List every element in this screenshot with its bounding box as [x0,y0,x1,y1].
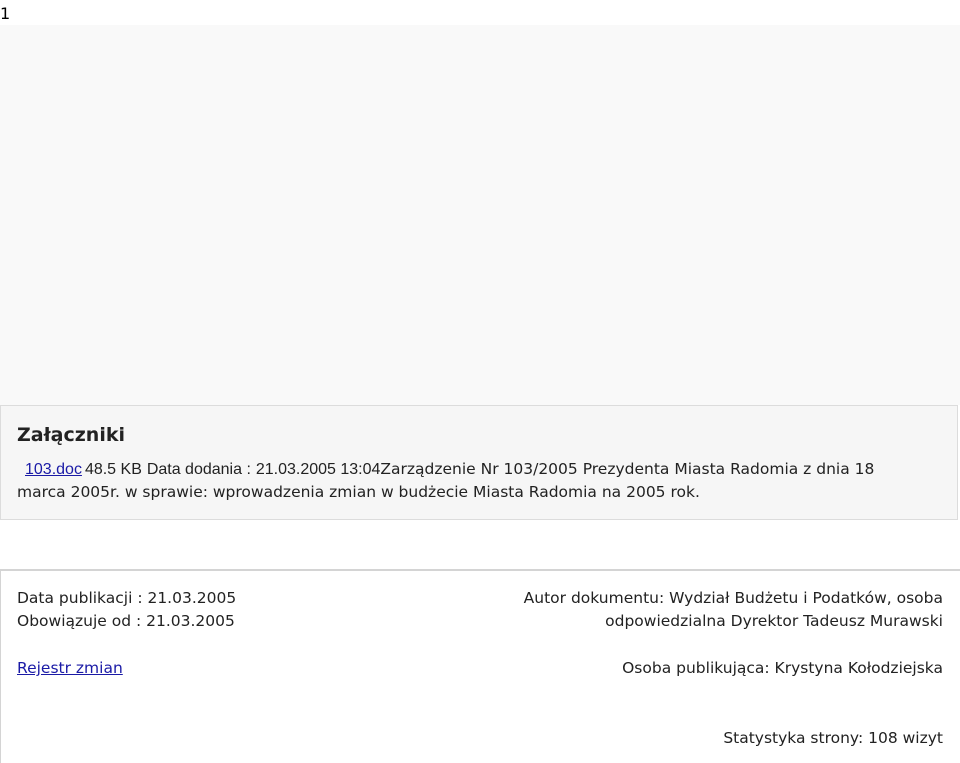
empty-content-area [0,25,960,405]
document-info-panel: Data publikacji : 21.03.2005 Obowiązuje … [0,569,960,763]
attachment-added-label: Data dodania : [146,461,251,478]
attachments-panel: Załączniki 103.doc 48.5 KB Data dodania :… [0,405,958,520]
author-info: Autor dokumentu: Wydział Budżetu i Podat… [383,587,943,680]
author-info-spacer [383,633,943,657]
attachment-file-size: 48.5 KB [84,461,142,478]
attachment-entry: 103.doc 48.5 KB Data dodania : 21.03.2005… [17,458,937,504]
author-line-2: odpowiedzialna Dyrektor Tadeusz Murawski [605,612,943,630]
attachment-description-line-2: marca 2005r. w sprawie: wprowadzenia zmi… [17,483,700,501]
attachment-description-line-1: Zarządzenie Nr 103/2005 Prezydenta Miast… [380,460,875,478]
change-register-link[interactable]: Rejestr zmian [17,657,367,680]
author-line-1: Autor dokumentu: Wydział Budżetu i Podat… [523,589,943,607]
effective-date: Obowiązuje od : 21.03.2005 [17,612,235,630]
publication-date: Data publikacji : 21.03.2005 [17,589,237,607]
page-number: 1 [0,4,11,23]
publisher-info: Osoba publikująca: Krystyna Kołodziejska [622,659,943,677]
document-page: 1 Załączniki 103.doc 48.5 KB Data dodania… [0,0,960,763]
publication-info: Data publikacji : 21.03.2005 Obowiązuje … [17,587,367,680]
attachment-added-value: 21.03.2005 13:04 [255,461,381,478]
attachment-file-link[interactable]: 103.doc [25,461,82,478]
publication-info-spacer [17,633,367,657]
attachments-title: Załączniki [17,424,125,446]
page-statistics: Statystyka strony: 108 wizyt [723,729,943,747]
